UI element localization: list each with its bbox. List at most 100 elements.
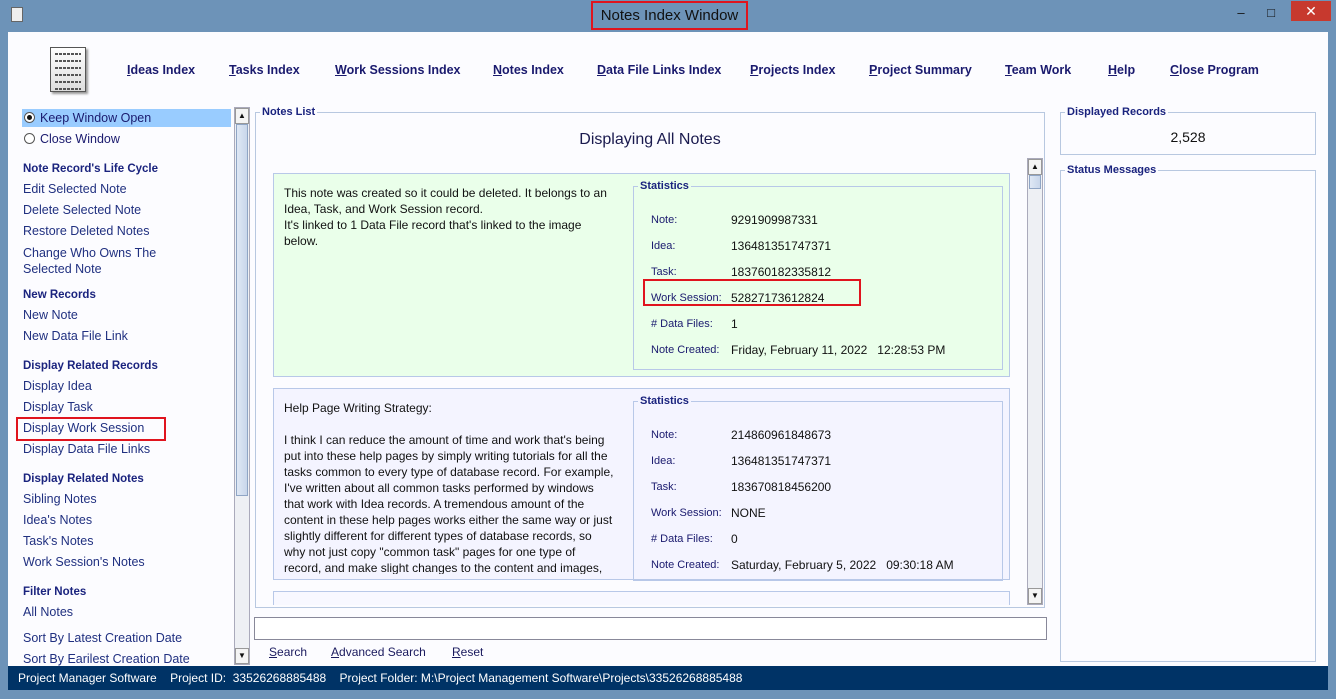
sidebar-scrollbar[interactable]: ▲ ▼ [234,107,250,665]
scroll-down-icon[interactable]: ▼ [235,648,249,664]
note-label: Note: [651,214,678,226]
search-button[interactable]: Search [269,645,307,659]
task-id: 183670818456200 [731,480,832,494]
close-window-radio[interactable]: Close Window [24,132,120,146]
nav-help[interactable]: Help [1108,63,1135,77]
display-task[interactable]: Display Task [23,400,93,414]
scroll-up-icon[interactable]: ▲ [1028,159,1042,175]
ideas-notes[interactable]: Idea's Notes [23,513,92,527]
display-data-file-links[interactable]: Display Data File Links [23,442,150,456]
new-note[interactable]: New Note [23,308,78,322]
radio-icon [24,112,35,123]
note-card[interactable] [273,591,1010,605]
status-messages-panel: Status Messages [1060,164,1316,662]
task-label: Task: [651,266,677,278]
notes-list-heading: Displaying All Notes [579,131,721,148]
change-owner[interactable]: Change Who Owns The [23,246,156,260]
title-bar: Notes Index Window – □ ✕ [0,0,1336,32]
search-input[interactable] [254,617,1047,640]
note-card[interactable]: This note was created so it could be del… [273,173,1010,377]
close-button[interactable]: ✕ [1291,1,1331,21]
idea-id: 136481351747371 [731,454,832,468]
nav-close-program[interactable]: Close Program [1170,63,1259,77]
app-icon[interactable] [11,7,23,22]
statistics-legend: Statistics [640,395,689,407]
tasks-notes[interactable]: Task's Notes [23,534,93,548]
window-title: Notes Index Window [591,1,748,30]
all-notes[interactable]: All Notes [23,605,73,619]
edit-selected-note[interactable]: Edit Selected Note [23,182,127,196]
note-card[interactable]: Help Page Writing Strategy: I think I ca… [273,388,1010,581]
minimize-button[interactable]: – [1228,4,1254,22]
note-text: This note was created so it could be del… [284,186,607,248]
displayed-records-legend: Displayed Records [1067,106,1167,118]
nav-ideas-index[interactable]: Ideas Index [127,63,195,77]
heading-life-cycle: Note Record's Life Cycle [23,163,159,175]
change-owner-line2[interactable]: Selected Note [23,262,102,276]
created-label: Note Created: [651,344,720,356]
created-date: Saturday, February 5, 2022 09:30:18 AM [731,558,954,572]
idea-label: Idea: [651,240,676,252]
data-files-count: 0 [731,532,738,546]
note-id: 214860961848673 [731,428,832,442]
nav-notes-index[interactable]: Notes Index [493,63,564,77]
heading-new-records: New Records [23,289,96,301]
project-folder: Project Folder: M:\Project Management So… [339,671,743,685]
data-files-label: # Data Files: [651,533,713,545]
data-files-count: 1 [731,317,738,331]
display-work-session[interactable]: Display Work Session [23,421,144,435]
created-label: Note Created: [651,559,720,571]
sort-latest[interactable]: Sort By Latest Creation Date [23,631,182,645]
delete-selected-note[interactable]: Delete Selected Note [23,203,141,217]
task-label: Task: [651,481,677,493]
nav-work-sessions-index[interactable]: Work Sessions Index [335,63,461,77]
restore-deleted-notes[interactable]: Restore Deleted Notes [23,224,149,238]
work-session-label: Work Session: [651,507,722,519]
display-idea[interactable]: Display Idea [23,379,92,393]
note-label: Note: [651,429,678,441]
note-id: 9291909987331 [731,213,818,227]
reset-button[interactable]: Reset [452,645,483,659]
idea-label: Idea: [651,455,676,467]
work-sessions-notes[interactable]: Work Session's Notes [23,555,145,569]
statistics-panel: Statistics Note: 214860961848673 Idea: 136… [633,395,1003,581]
work-session-label: Work Session: [651,292,722,304]
statistics-panel: Statistics Note: 9291909987331 Idea: 13648… [633,180,1003,370]
sibling-notes[interactable]: Sibling Notes [23,492,97,506]
nav-project-summary[interactable]: Project Summary [869,63,972,77]
status-bar: Project Manager Software Project ID: 335… [8,666,1328,690]
idea-id: 136481351747371 [731,239,832,253]
new-data-file-link[interactable]: New Data File Link [23,329,128,343]
work-session-id: 52827173612824 [731,291,825,305]
nav-tasks-index[interactable]: Tasks Index [229,63,300,77]
scroll-up-icon[interactable]: ▲ [235,108,249,124]
project-id: Project ID: 33526268885488 [170,671,327,685]
notes-scrollbar[interactable]: ▲ ▼ [1027,158,1043,605]
heading-related-records: Display Related Records [23,360,158,372]
nav-projects-index[interactable]: Projects Index [750,63,835,77]
status-messages-legend: Status Messages [1067,164,1157,176]
close-window-label: Close Window [40,132,120,146]
app-name: Project Manager Software [18,671,157,685]
sort-earliest[interactable]: Sort By Earilest Creation Date [23,652,190,666]
work-session-id: NONE [731,506,766,520]
heading-filter-notes: Filter Notes [23,586,87,598]
scroll-thumb[interactable] [1029,175,1041,189]
scroll-down-icon[interactable]: ▼ [1028,588,1042,604]
notes-list-legend: Notes List [262,106,316,118]
created-date: Friday, February 11, 2022 12:28:53 PM [731,343,946,357]
maximize-button[interactable]: □ [1258,4,1284,22]
keep-window-open-label: Keep Window Open [40,111,152,125]
scroll-thumb[interactable] [236,124,248,496]
task-id: 183760182335812 [731,265,832,279]
data-files-label: # Data Files: [651,318,713,330]
note-text: Help Page Writing Strategy: I think I ca… [284,401,614,574]
radio-icon [24,133,35,144]
notes-document-icon [50,47,86,92]
nav-team-work[interactable]: Team Work [1005,63,1071,77]
nav-data-file-links-index[interactable]: Data File Links Index [597,63,721,77]
displayed-records-count: 2,528 [1170,129,1206,145]
heading-related-notes: Display Related Notes [23,473,144,485]
keep-window-open-radio[interactable]: Keep Window Open [22,109,231,127]
advanced-search-button[interactable]: Advanced Search [331,645,426,659]
